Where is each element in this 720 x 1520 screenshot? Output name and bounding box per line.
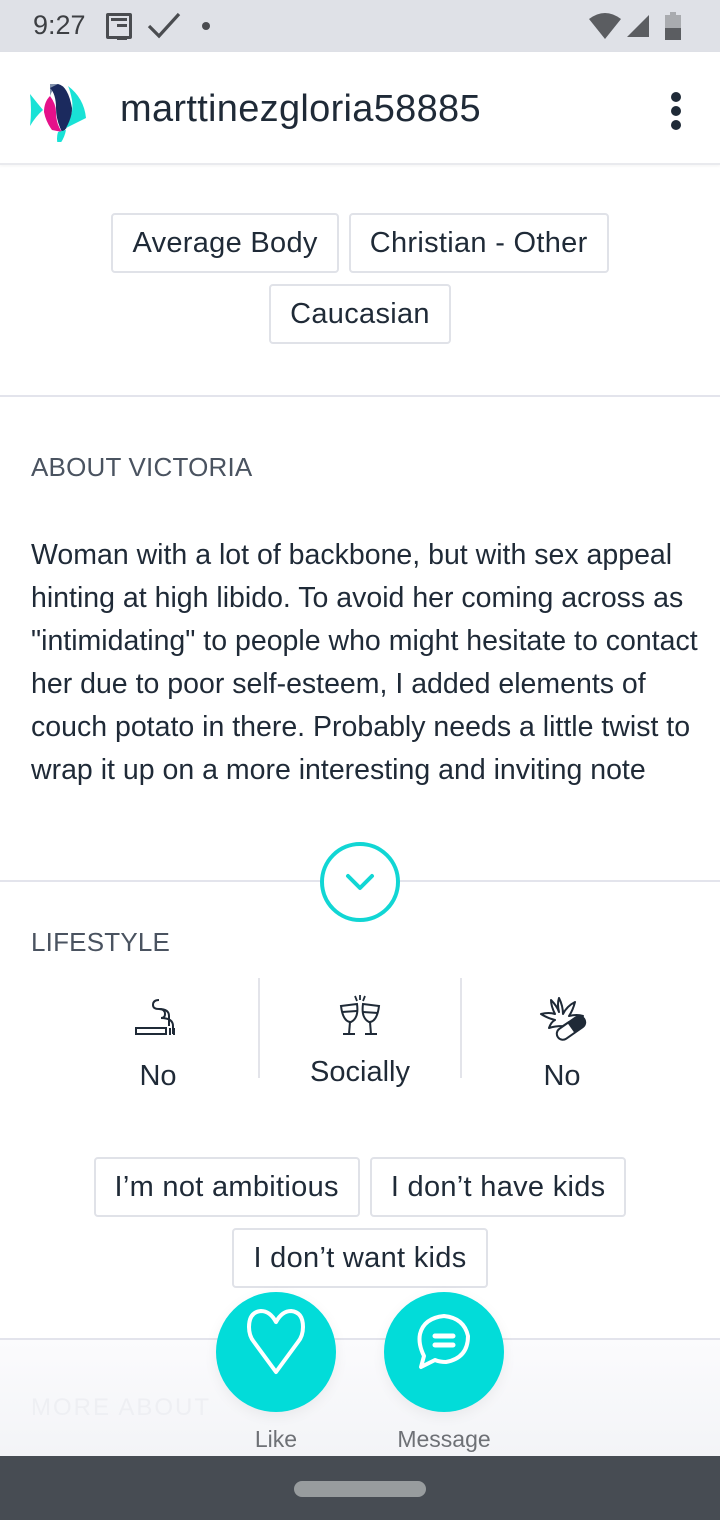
drugs-value: No <box>543 1060 581 1092</box>
tag-body-type: Average Body <box>111 213 339 273</box>
lifestyle-habits: No Socially No <box>58 978 662 1092</box>
news-icon <box>106 13 132 40</box>
lifestyle-tags: I’m not ambitious I don’t have kids I do… <box>0 1157 720 1288</box>
smoking-value: No <box>139 1060 177 1092</box>
drugs-icon <box>537 996 587 1046</box>
message-button-circle[interactable] <box>384 1292 504 1412</box>
chevron-down-icon <box>346 874 374 890</box>
like-label: Like <box>254 1426 298 1452</box>
about-text: Woman with a lot of backbone, but with s… <box>31 539 698 786</box>
profile-username: marttinezgloria58885 <box>120 88 481 130</box>
like-button-circle[interactable] <box>216 1292 336 1412</box>
lifestyle-drugs: No <box>460 978 662 1092</box>
drinking-icon <box>335 994 385 1044</box>
lifestyle-smoking: No <box>58 978 258 1092</box>
tag-ethnicity: Caucasian <box>269 284 451 344</box>
drinking-value: Socially <box>310 1056 410 1088</box>
more-vertical-icon-dot <box>671 120 681 130</box>
message-button[interactable]: Message <box>384 1292 504 1453</box>
app-header: marttinezgloria58885 <box>0 52 720 165</box>
tag-wants-kids: I don’t want kids <box>232 1228 488 1288</box>
next-section-title-faded: MORE ABOUT <box>31 1394 212 1421</box>
more-vertical-icon <box>671 92 681 102</box>
battery-icon <box>665 12 681 40</box>
more-options-button[interactable] <box>664 90 688 130</box>
profile-tags: Average Body Christian - Other Caucasian <box>0 213 720 344</box>
chat-bubble-icon <box>417 1314 470 1369</box>
home-gesture-handle[interactable] <box>294 1481 426 1497</box>
lifestyle-section-title: LIFESTYLE <box>31 927 171 957</box>
lifestyle-drinking: Socially <box>258 978 460 1088</box>
heart-icon <box>247 1309 305 1374</box>
tag-ambition: I’m not ambitious <box>93 1157 360 1217</box>
system-navigation-bar <box>0 1456 720 1520</box>
expand-about-button[interactable] <box>320 842 400 922</box>
fish-logo-icon <box>28 78 92 146</box>
smoking-icon <box>133 996 183 1046</box>
message-label: Message <box>397 1426 491 1452</box>
signal-icon <box>626 14 650 43</box>
tag-has-kids: I don’t have kids <box>369 1157 627 1217</box>
status-bar: 9:27 <box>0 0 720 52</box>
about-section-title: ABOUT VICTORIA <box>31 452 253 482</box>
dot-icon <box>202 22 210 30</box>
check-icon <box>146 8 182 47</box>
status-time: 9:27 <box>33 10 86 40</box>
like-button[interactable]: Like <box>216 1292 336 1453</box>
tag-religion: Christian - Other <box>348 213 609 273</box>
wifi-icon <box>588 12 622 45</box>
section-divider <box>0 395 720 397</box>
more-vertical-icon-dot <box>671 106 681 116</box>
